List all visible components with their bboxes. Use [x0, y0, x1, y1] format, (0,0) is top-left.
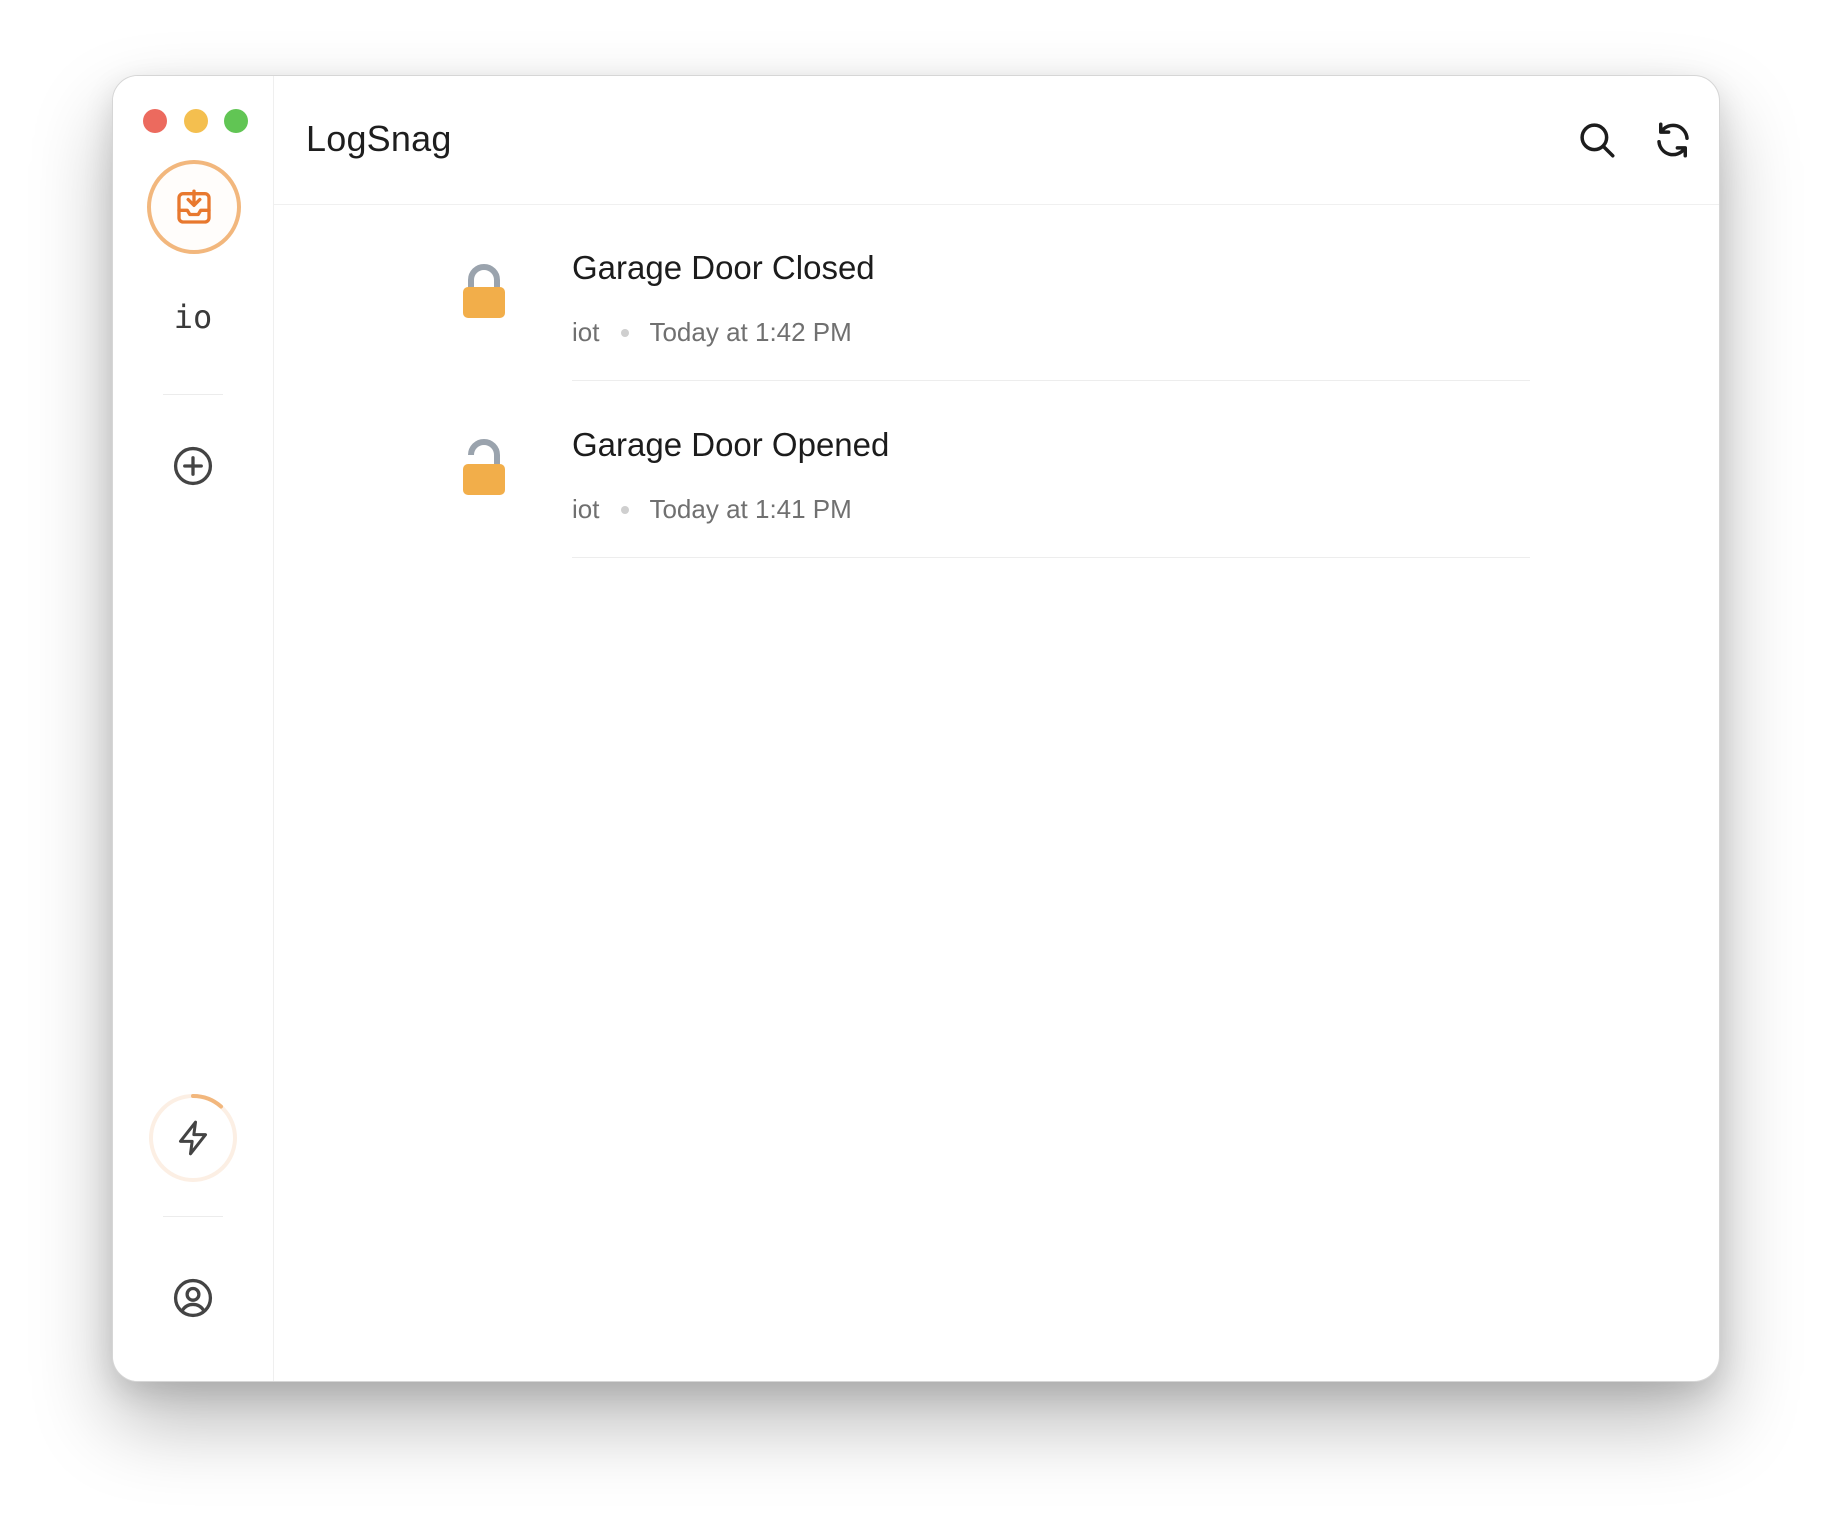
refresh-icon: [1657, 122, 1689, 158]
event-meta: iot Today at 1:41 PM: [572, 494, 852, 525]
event-divider: [572, 380, 1530, 381]
event-divider: [572, 557, 1530, 558]
event-title: Garage Door Closed: [572, 249, 875, 286]
event-channel: iot: [572, 494, 600, 524]
search-icon: [1580, 123, 1615, 158]
lock-closed-icon: [463, 264, 505, 318]
account-button[interactable]: [163, 1268, 223, 1328]
header: LogSnag: [274, 76, 1719, 205]
page-title: LogSnag: [306, 118, 452, 159]
event-title: Garage Door Opened: [572, 426, 890, 463]
sidebar-divider-bottom: [163, 1216, 223, 1217]
app-window: io LogSnag Garage Door Closed iot Today …: [112, 75, 1720, 1382]
window-maximize-button[interactable]: [224, 109, 248, 133]
window-minimize-button[interactable]: [184, 109, 208, 133]
meta-separator-dot: [621, 328, 630, 337]
event-feed: Garage Door Closed iot Today at 1:42 PM …: [274, 205, 1719, 1381]
event-timestamp: Today at 1:41 PM: [649, 494, 852, 524]
event-timestamp: Today at 1:42 PM: [649, 317, 852, 347]
add-project-button[interactable]: [163, 436, 223, 496]
lock-open-icon: [463, 439, 505, 495]
event-channel: iot: [572, 317, 600, 347]
plus-circle-icon: [173, 446, 213, 486]
event-meta: iot Today at 1:42 PM: [572, 317, 852, 348]
event-item[interactable]: Garage Door Opened iot Today at 1:41 PM: [274, 382, 1719, 558]
search-button[interactable]: [1571, 114, 1623, 166]
project-io[interactable]: io: [113, 298, 273, 336]
sidebar-divider: [163, 394, 223, 395]
usage-button[interactable]: [147, 1092, 239, 1184]
usage-progress-ring: [149, 1093, 237, 1182]
user-circle-icon: [173, 1278, 213, 1318]
meta-separator-dot: [621, 505, 630, 514]
sidebar: io: [113, 76, 274, 1381]
event-item[interactable]: Garage Door Closed iot Today at 1:42 PM: [274, 205, 1719, 381]
inbox-download-icon: [177, 189, 211, 224]
window-close-button[interactable]: [143, 109, 167, 133]
refresh-button[interactable]: [1647, 114, 1699, 166]
inbox-button[interactable]: [147, 160, 241, 254]
